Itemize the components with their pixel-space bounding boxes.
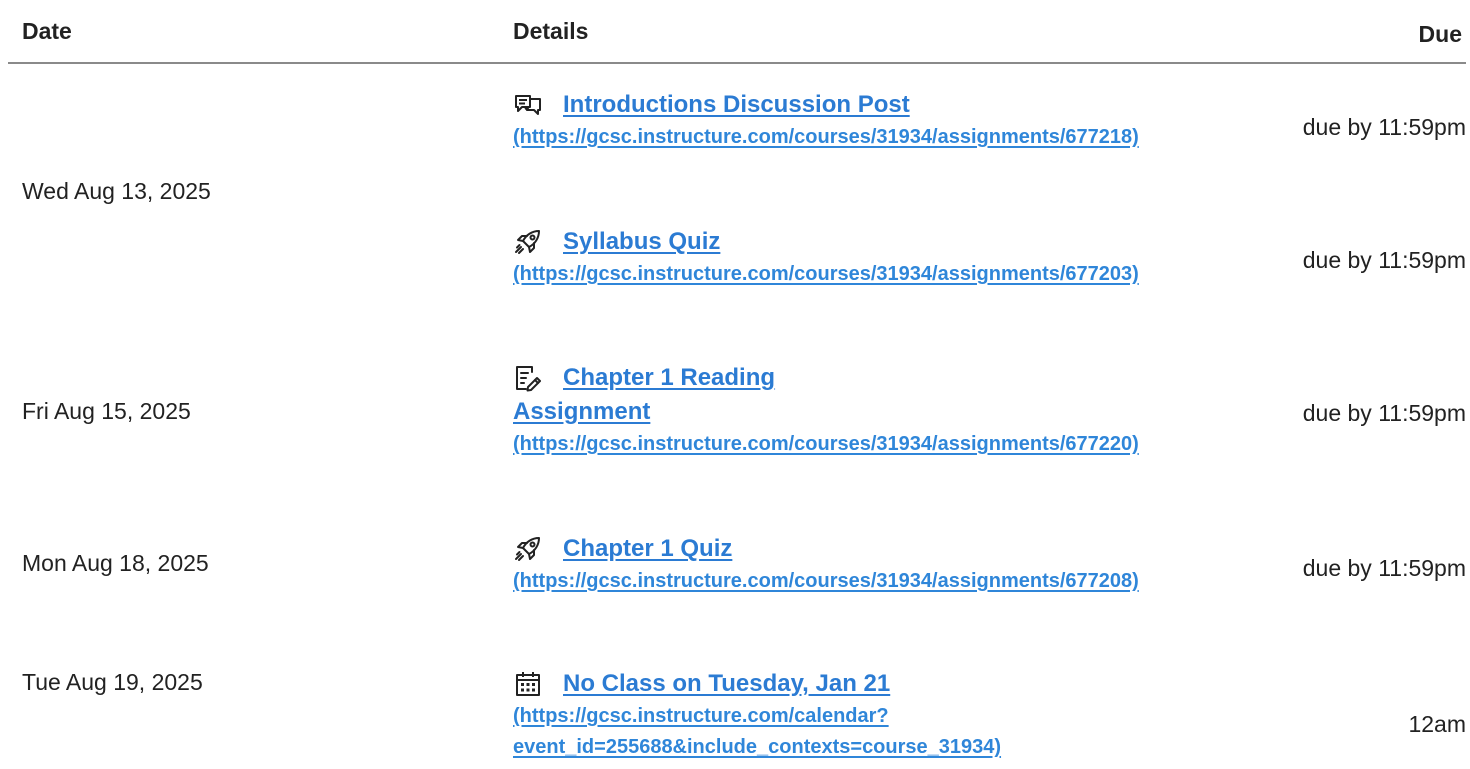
assignment-title-link-continued[interactable]: Assignment	[513, 398, 650, 425]
quiz-rocket-icon	[513, 534, 543, 564]
assignment-title-link[interactable]: Introductions Discussion Post	[563, 91, 910, 118]
event-url-link-continued[interactable]: event_id=255688&include_contexts=course_…	[513, 732, 1303, 763]
row-date: Fri Aug 15, 2025	[22, 398, 191, 424]
column-header-date: Date	[22, 18, 72, 44]
due-text: due by 11:59pm	[1302, 555, 1466, 581]
list-item: Syllabus Quiz (https://gcsc.instructure.…	[513, 225, 1303, 290]
discussion-icon	[513, 90, 543, 120]
assignment-title-link[interactable]: Chapter 1 Quiz	[563, 535, 732, 562]
assignment-title-link[interactable]: Syllabus Quiz	[563, 228, 720, 255]
assignment-url-link[interactable]: (https://gcsc.instructure.com/courses/31…	[513, 566, 1303, 597]
assignment-url-link[interactable]: (https://gcsc.instructure.com/courses/31…	[513, 429, 1303, 460]
due-text: due by 11:59pm	[1302, 114, 1466, 140]
assignment-url-link[interactable]: (https://gcsc.instructure.com/courses/31…	[513, 122, 1303, 153]
due-text: 12am	[1408, 711, 1466, 737]
calendar-icon	[513, 669, 543, 699]
column-header-due: Due	[1418, 21, 1462, 47]
list-item: Introductions Discussion Post (https://g…	[513, 88, 1303, 153]
due-text: due by 11:59pm	[1302, 400, 1466, 426]
event-url-link[interactable]: (https://gcsc.instructure.com/calendar?	[513, 701, 1303, 732]
list-item: Chapter 1 Quiz (https://gcsc.instructure…	[513, 532, 1303, 597]
event-title-link[interactable]: No Class on Tuesday, Jan 21	[563, 670, 890, 697]
assignment-edit-icon	[513, 363, 543, 393]
assignment-url-link[interactable]: (https://gcsc.instructure.com/courses/31…	[513, 259, 1303, 290]
table-header: Date Details Due	[0, 0, 1470, 64]
column-header-details: Details	[513, 18, 589, 44]
row-date: Tue Aug 19, 2025	[22, 669, 203, 695]
header-divider	[8, 62, 1466, 64]
row-date: Wed Aug 13, 2025	[22, 178, 211, 204]
list-item: No Class on Tuesday, Jan 21 (https://gcs…	[513, 667, 1303, 763]
due-text: due by 11:59pm	[1302, 247, 1466, 273]
quiz-rocket-icon	[513, 227, 543, 257]
assignment-title-link[interactable]: Chapter 1 Reading	[563, 364, 775, 391]
list-item: Chapter 1 Reading Assignment (https://gc…	[513, 361, 1303, 460]
row-date: Mon Aug 18, 2025	[22, 550, 209, 576]
